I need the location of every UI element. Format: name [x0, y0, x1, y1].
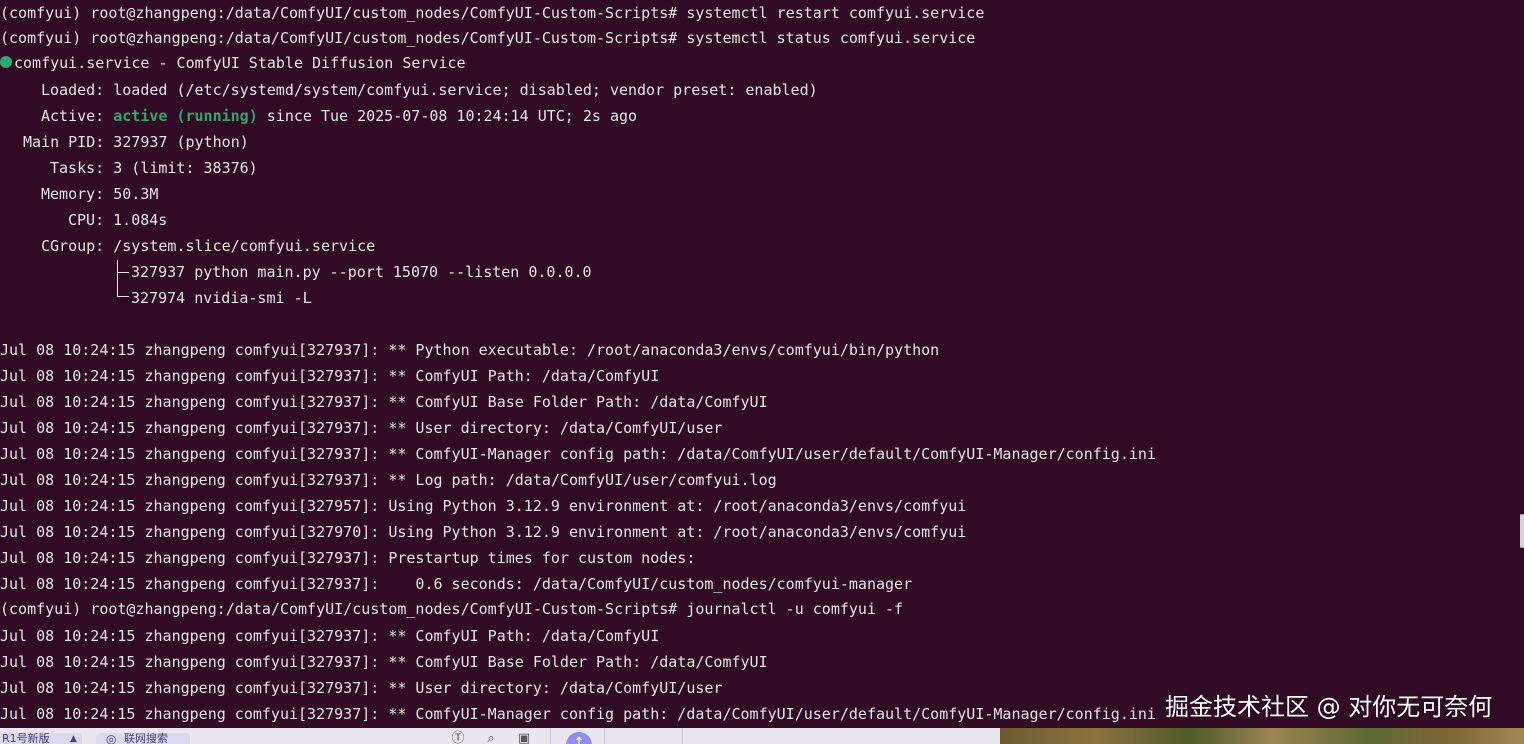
service-cgroup: CGroup: /system.slice/comfyui.service: [41, 237, 376, 255]
globe-icon: ◎: [106, 732, 117, 744]
cgroup-process: 327974 nvidia-smi -L: [131, 289, 312, 307]
background-photo: [1000, 728, 1524, 744]
active-state: active (running): [113, 107, 258, 125]
service-memory: Memory: 50.3M: [41, 185, 159, 203]
service-loaded: Loaded: loaded (/etc/systemd/system/comf…: [41, 81, 818, 99]
cgroup-tree-branch: [117, 260, 118, 296]
command-line-status: (comfyui) root@zhangpeng:/data/ComfyUI/c…: [0, 29, 976, 47]
command-line-journalctl: (comfyui) root@zhangpeng:/data/ComfyUI/c…: [0, 600, 904, 618]
screen: (comfyui) root@zhangpeng:/data/ComfyUI/c…: [0, 0, 1524, 744]
service-title: comfyui.service - ComfyUI Stable Diffusi…: [14, 54, 466, 72]
toolbar-divider: [550, 728, 551, 744]
chevron-up-icon: ▲: [70, 734, 77, 744]
log-line: Jul 08 10:24:15 zhangpeng comfyui[327937…: [0, 341, 940, 359]
active-label: Active:: [41, 107, 114, 125]
log-line: Jul 08 10:24:15 zhangpeng comfyui[327937…: [0, 575, 913, 593]
bottom-toolbar: R1号新版 ▲ ◎ 联网搜索 Ⓣ ⌕ ▣ ↑: [0, 728, 1000, 744]
service-active-line: Active: active (running) since Tue 2025-…: [0, 103, 637, 129]
paperclip-icon[interactable]: ⌕: [483, 732, 499, 744]
log-line: Jul 08 10:24:15 zhangpeng comfyui[327937…: [0, 627, 660, 645]
log-line: Jul 08 10:24:15 zhangpeng comfyui[327937…: [0, 653, 768, 671]
cgroup-tree-tick: [117, 296, 129, 297]
toolbar-divider: [604, 728, 605, 744]
image-icon[interactable]: ▣: [516, 732, 532, 744]
log-line: Jul 08 10:24:15 zhangpeng comfyui[327937…: [0, 445, 1156, 463]
watermark-text: 掘金技术社区 @ 对你无可奈何: [1165, 693, 1493, 721]
log-line: Jul 08 10:24:15 zhangpeng comfyui[327937…: [0, 471, 777, 489]
terminal-scrollbar[interactable]: [1520, 514, 1524, 548]
service-cpu: CPU: 1.084s: [68, 211, 168, 229]
active-since: since Tue 2025-07-08 10:24:14 UTC; 2s ag…: [257, 107, 638, 125]
log-line: Jul 08 10:24:15 zhangpeng comfyui[327937…: [0, 393, 768, 411]
cgroup-process: 327937 python main.py --port 15070 --lis…: [131, 263, 592, 281]
log-line: Jul 08 10:24:15 zhangpeng comfyui[327937…: [0, 549, 696, 567]
translate-icon[interactable]: Ⓣ: [450, 732, 466, 744]
web-search-label: 联网搜索: [124, 732, 168, 744]
log-line: Jul 08 10:24:15 zhangpeng comfyui[327937…: [0, 679, 723, 697]
log-line: Jul 08 10:24:15 zhangpeng comfyui[327937…: [0, 419, 723, 437]
log-line: Jul 08 10:24:15 zhangpeng comfyui[327957…: [0, 497, 967, 515]
command-line-restart: (comfyui) root@zhangpeng:/data/ComfyUI/c…: [0, 4, 985, 22]
service-main-pid: Main PID: 327937 (python): [23, 133, 249, 151]
send-icon[interactable]: ↑: [566, 732, 592, 744]
cgroup-tree-tick: [117, 272, 129, 273]
terminal-window[interactable]: (comfyui) root@zhangpeng:/data/ComfyUI/c…: [0, 0, 1524, 728]
model-select-label: R1号新版: [2, 732, 50, 744]
log-line: Jul 08 10:24:15 zhangpeng comfyui[327937…: [0, 367, 660, 385]
log-line: Jul 08 10:24:15 zhangpeng comfyui[327937…: [0, 705, 1156, 723]
log-line: Jul 08 10:24:15 zhangpeng comfyui[327970…: [0, 523, 967, 541]
toolbar-divider: [682, 728, 683, 744]
status-dot-icon: [0, 56, 12, 68]
service-tasks: Tasks: 3 (limit: 38376): [50, 159, 258, 177]
